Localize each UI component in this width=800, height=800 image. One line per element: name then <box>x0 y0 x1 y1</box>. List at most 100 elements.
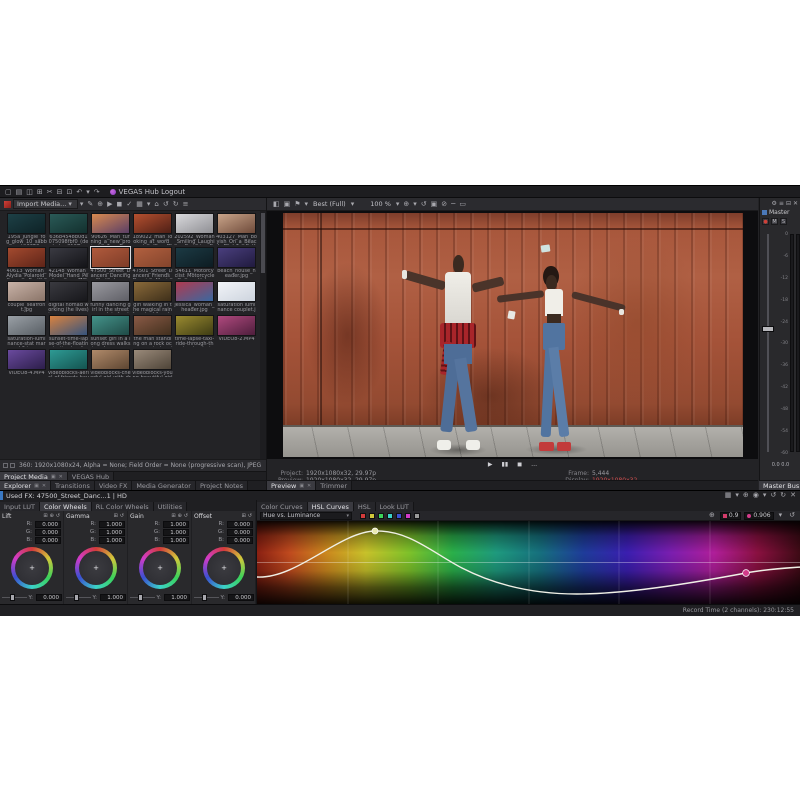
media-item[interactable]: VIDEO8-2.MP4 <box>216 315 257 348</box>
dim-icon[interactable]: ⊟ <box>786 199 791 208</box>
fader-handle[interactable] <box>762 326 774 332</box>
media-thumbnail[interactable] <box>175 315 214 336</box>
chevron-down-icon[interactable]: ▾ <box>779 511 783 520</box>
media-item[interactable]: videoblocks-cheerful-girl-with-dreadlock… <box>90 349 131 377</box>
media-thumbnail[interactable] <box>133 247 172 268</box>
r-value[interactable]: 1.000 <box>99 521 125 528</box>
r-value[interactable]: 1.000 <box>163 521 189 528</box>
tab-input-lut[interactable]: Input LUT <box>0 502 40 511</box>
y-value[interactable]: 1.000 <box>100 594 126 601</box>
tab-hsl[interactable]: HSL <box>354 502 376 511</box>
media-thumbnail[interactable] <box>91 315 130 336</box>
y-value[interactable]: 0.000 <box>36 594 62 601</box>
curve-canvas[interactable] <box>257 521 800 604</box>
hue-luminance-curve-editor[interactable] <box>257 521 800 604</box>
tab-trimmer[interactable]: Trimmer <box>316 481 352 490</box>
hue-swatch[interactable] <box>405 513 411 519</box>
media-item[interactable]: videoblocks-aerial-of-friends-having-par… <box>48 349 89 377</box>
import-media-button[interactable]: Import Media... ▾ <box>13 199 78 209</box>
tab-preview[interactable]: Preview ▣ ✕ <box>267 481 316 490</box>
tab-media-generator[interactable]: Media Generator <box>132 481 196 490</box>
media-item[interactable]: 403127_Man_boyish_On_a_Beach_By_John_Rol… <box>216 213 257 246</box>
media-thumbnail[interactable] <box>91 281 130 302</box>
media-item[interactable]: 47500_Street_Dancers_Dancing_Shaka_Legs_… <box>90 247 131 280</box>
play-button[interactable]: ▶ <box>488 460 493 469</box>
bypass-icon[interactable]: ◉ <box>753 491 759 500</box>
pan-icon[interactable]: ⊕ <box>403 200 409 209</box>
close-icon[interactable]: ✕ <box>790 491 796 500</box>
y-slider[interactable] <box>2 597 27 598</box>
media-thumbnail[interactable] <box>7 247 46 268</box>
close-icon[interactable]: ✕ <box>59 474 63 480</box>
fx-window-header[interactable]: Used FX: 47500_Street_Danc...1 | HD ▦▾⊕◉… <box>0 490 800 500</box>
record-icon[interactable] <box>4 201 11 208</box>
reset-icon[interactable]: ↺ <box>56 512 60 521</box>
media-thumbnail[interactable] <box>49 315 88 336</box>
close-icon[interactable]: ✕ <box>42 483 46 489</box>
animate-icon[interactable]: ⊕ <box>743 491 749 500</box>
media-thumbnail[interactable] <box>133 281 172 302</box>
media-thumbnail[interactable] <box>133 213 172 234</box>
g-value[interactable]: 0.000 <box>35 529 61 536</box>
tab-color-wheels[interactable]: Color Wheels <box>40 502 92 511</box>
media-item[interactable]: 189022_man_looking_at_word_and_writing_B… <box>132 213 173 246</box>
g-value[interactable]: 0.000 <box>227 529 253 536</box>
pan-dropdown-icon[interactable]: ▾ <box>413 200 417 209</box>
media-thumbnail[interactable] <box>49 349 88 370</box>
link-icon[interactable]: ⊞ <box>171 512 175 521</box>
preview-quality-select[interactable]: Best (Full) <box>313 200 346 208</box>
curve-point[interactable] <box>372 528 378 534</box>
media-item[interactable]: sunset-time-lapse-of-the-floating-torii-… <box>48 315 89 348</box>
minimize-icon[interactable]: ─ <box>451 200 455 209</box>
target-icon[interactable]: ⊕ <box>178 512 182 521</box>
r-value[interactable]: 0.000 <box>227 521 253 528</box>
media-thumbnail[interactable] <box>133 349 172 370</box>
media-thumbnail[interactable] <box>49 247 88 268</box>
media-item[interactable]: VIDEO8-4.MP4 <box>6 349 47 377</box>
media-thumbnail[interactable] <box>217 281 256 302</box>
more-transport-icon[interactable]: … <box>531 460 537 469</box>
media-thumbnail[interactable] <box>91 247 130 268</box>
media-item[interactable]: time-lapse-taxi-ride-through-the-streets… <box>174 315 215 348</box>
media-thumbnail[interactable] <box>7 281 46 302</box>
link-icon[interactable]: ⊞ <box>242 512 246 521</box>
media-item[interactable]: couple_seafront.jpg <box>6 281 47 314</box>
edit-icon[interactable]: ✎ <box>87 200 93 209</box>
import-dropdown-icon[interactable]: ▾ <box>68 200 72 209</box>
gear-icon[interactable]: ⚙ <box>772 199 777 208</box>
quality-arrow-icon[interactable]: ▾ <box>305 200 309 209</box>
media-item[interactable]: sunset girl in a long dress walks in cal… <box>90 315 131 348</box>
views-icon[interactable]: ▦ <box>136 200 143 209</box>
b-value[interactable]: 1.000 <box>163 537 189 544</box>
tab-project-notes[interactable]: Project Notes <box>196 481 248 490</box>
media-item[interactable]: saturation-luminance-stat mark2.jpg <box>6 315 47 348</box>
views-arrow-icon[interactable]: ▾ <box>147 200 151 209</box>
g-value[interactable]: 1.000 <box>163 529 189 536</box>
hue-swatch[interactable] <box>387 513 393 519</box>
link-icon[interactable]: ⊞ <box>114 512 118 521</box>
media-thumbnail[interactable] <box>133 315 172 336</box>
y-value[interactable]: 1.000 <box>164 594 190 601</box>
overlays-flag-icon[interactable]: ⚑ <box>294 200 300 209</box>
r-value[interactable]: 0.000 <box>35 521 61 528</box>
hue-swatch[interactable] <box>369 513 375 519</box>
stop-button[interactable]: ◼ <box>517 460 522 469</box>
preview-play-icon[interactable]: ▶ <box>107 200 112 209</box>
undo-dropdown-icon[interactable]: ▾ <box>86 188 90 197</box>
close-icon[interactable]: ✕ <box>793 199 798 208</box>
tab-video-fx[interactable]: Video FX <box>95 481 132 490</box>
record-button[interactable]: ● <box>762 218 769 225</box>
snapshot-icon[interactable]: ▣ <box>431 200 438 209</box>
project-properties-icon[interactable]: ◧ <box>273 200 280 209</box>
media-item[interactable]: jessica_woman_header.jpg <box>174 281 215 314</box>
media-item[interactable]: saturation luminance couplet.jpg <box>216 281 257 314</box>
target-icon[interactable]: ⊕ <box>50 512 54 521</box>
media-thumbnail[interactable] <box>217 315 256 336</box>
media-item[interactable]: 90626_Man_turning_a_new_projector_two_By… <box>90 213 131 246</box>
thumb-size-small-icon[interactable] <box>3 463 8 468</box>
media-grid[interactable]: 195a_Jungle_fog_glow_10_sabberwok_2160..… <box>0 211 260 377</box>
close-icon[interactable]: ✕ <box>307 483 311 489</box>
layout-dropdown-icon[interactable]: ▾ <box>735 491 739 500</box>
new-project-icon[interactable]: ▢ <box>5 188 12 197</box>
color-wheel[interactable]: + <box>11 547 53 589</box>
